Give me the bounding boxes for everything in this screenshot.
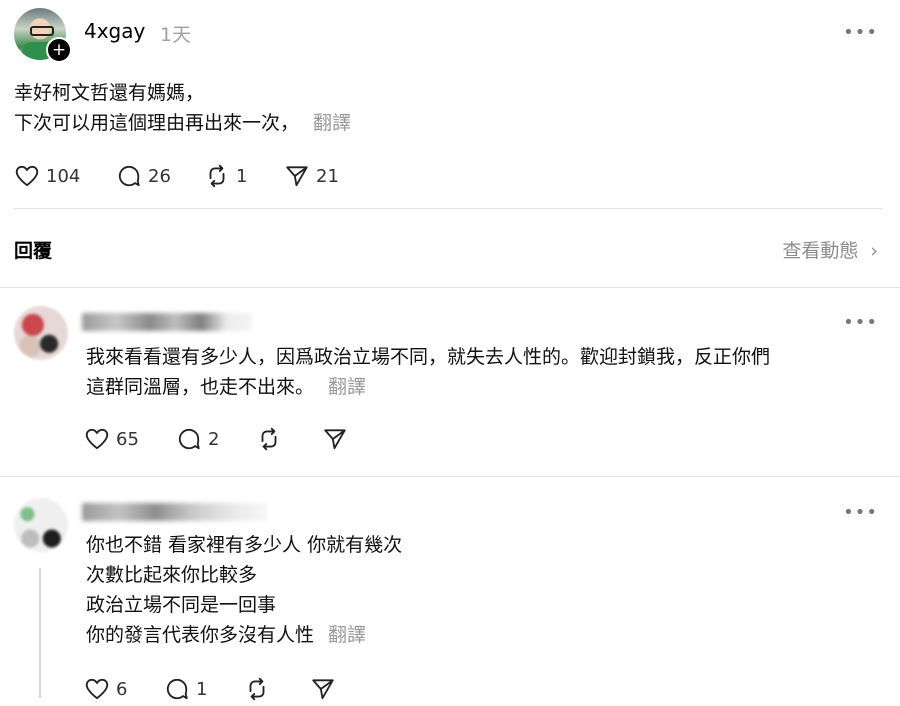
reply-line: 次數比起來你比較多 <box>86 564 258 586</box>
post-body: 幸好柯文哲還有媽媽， 下次可以用這個理由再出來一次， 翻譯 <box>14 78 351 138</box>
like-count: 104 <box>46 165 81 187</box>
share-count: 21 <box>316 165 339 187</box>
like-button[interactable]: 6 <box>84 676 127 702</box>
heart-icon <box>85 428 109 450</box>
reply-body: 你也不錯 看家裡有多少人 你就有幾次 次數比起來你比較多 政治立場不同是一回事 … <box>86 530 402 650</box>
share-button[interactable] <box>310 676 336 702</box>
like-count: 6 <box>116 678 128 700</box>
author-username[interactable]: 4xgay <box>84 19 145 43</box>
reply-username-blurred[interactable] <box>82 313 252 331</box>
post-line: 幸好柯文哲還有媽媽， <box>14 82 205 104</box>
reply-body: 我來看看還有多少人，因爲政治立場不同，就失去人性的。歡迎封鎖我，反正你們 這群同… <box>86 342 770 402</box>
comment-button[interactable]: 2 <box>176 426 219 452</box>
comment-count: 1 <box>196 678 208 700</box>
follow-plus-icon[interactable]: + <box>46 37 72 63</box>
reply-line: 你也不錯 看家裡有多少人 你就有幾次 <box>86 534 403 556</box>
translate-link[interactable]: 翻譯 <box>328 624 366 646</box>
chevron-right-icon: › <box>870 240 878 262</box>
replies-heading: 回覆 <box>14 240 53 262</box>
reply-avatar[interactable] <box>14 306 68 360</box>
divider <box>0 476 900 477</box>
comment-count: 2 <box>208 428 220 450</box>
share-icon <box>324 429 346 450</box>
like-button[interactable]: 104 <box>14 163 80 189</box>
comment-icon <box>118 165 140 187</box>
repost-button[interactable] <box>256 426 282 452</box>
comment-button[interactable]: 26 <box>116 163 171 189</box>
view-activity-link[interactable]: 查看動態 › <box>782 236 878 263</box>
comment-icon <box>166 678 188 700</box>
heart-icon <box>85 678 109 700</box>
share-icon <box>312 679 334 700</box>
thread-line <box>39 568 41 698</box>
reply-line: 政治立場不同是一回事 <box>86 594 277 616</box>
share-icon <box>286 166 308 187</box>
post-time: 1天 <box>160 24 192 46</box>
like-button[interactable]: 65 <box>84 426 139 452</box>
repost-button[interactable]: 1 <box>204 163 247 189</box>
comment-count: 26 <box>148 165 171 187</box>
reply-line: 我來看看還有多少人，因爲政治立場不同，就失去人性的。歡迎封鎖我，反正你們 <box>86 346 771 368</box>
repost-count: 1 <box>236 165 248 187</box>
translate-link[interactable]: 翻譯 <box>313 112 351 134</box>
reply-username-blurred[interactable] <box>82 503 267 521</box>
heart-icon <box>15 165 39 187</box>
divider <box>14 208 882 209</box>
more-dots-icon[interactable]: ••• <box>843 312 878 333</box>
divider <box>0 287 900 288</box>
like-count: 65 <box>116 428 139 450</box>
translate-link[interactable]: 翻譯 <box>328 376 366 398</box>
repost-icon <box>249 677 265 701</box>
post-line: 下次可以用這個理由再出來一次， 翻譯 <box>14 112 352 134</box>
reply-line: 這群同溫層，也走不出來。 翻譯 <box>86 376 367 398</box>
share-button[interactable] <box>322 426 348 452</box>
more-dots-icon[interactable]: ••• <box>843 22 878 43</box>
reply-avatar[interactable] <box>14 498 68 552</box>
avatar-glasses <box>30 26 54 36</box>
repost-icon <box>209 164 225 188</box>
repost-icon <box>261 427 277 451</box>
share-button[interactable]: 21 <box>284 163 339 189</box>
more-dots-icon[interactable]: ••• <box>843 502 878 523</box>
comment-button[interactable]: 1 <box>164 676 207 702</box>
comment-icon <box>178 428 200 450</box>
repost-button[interactable] <box>244 676 270 702</box>
reply-line: 你的發言代表你多沒有人性 翻譯 <box>86 624 367 646</box>
